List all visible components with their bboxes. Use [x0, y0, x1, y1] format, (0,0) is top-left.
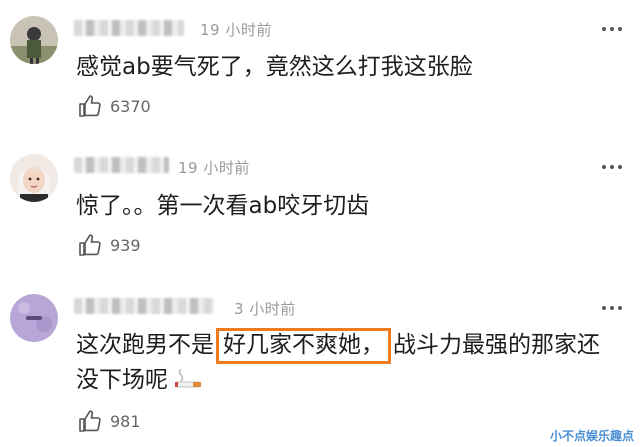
like-button[interactable]: 981	[78, 409, 141, 433]
comment-time: 19 小时前	[200, 21, 272, 39]
comment-text-line2: 没下场呢	[76, 363, 205, 397]
thumbs-up-icon	[79, 410, 101, 432]
comment-item: 3 小时前 这次跑男不是 好几家不爽她， 战斗力最强的那家还 没下场呢 981	[0, 285, 640, 447]
more-dots-icon[interactable]	[602, 305, 622, 311]
like-count: 939	[110, 235, 141, 255]
comment-text: 这次跑男不是 好几家不爽她， 战斗力最强的那家还	[76, 328, 600, 364]
more-dots-icon[interactable]	[602, 164, 622, 170]
watermark: 小不点娱乐趣点	[549, 429, 634, 443]
username-blurred[interactable]	[74, 298, 214, 314]
comment-text-part: 没下场呢	[76, 367, 168, 393]
comment-time: 3 小时前	[234, 300, 296, 318]
comment-time: 19 小时前	[178, 159, 250, 177]
thumbs-up-icon	[79, 234, 101, 256]
avatar[interactable]	[10, 154, 58, 202]
comment-text-part: 这次跑男不是	[76, 332, 214, 358]
cigarette-emoji	[175, 368, 202, 388]
comment-item: 19 小时前 惊了。。第一次看ab咬牙切齿 939	[0, 140, 640, 280]
like-count: 6370	[110, 96, 151, 116]
more-dots-icon[interactable]	[602, 26, 622, 32]
comment-text: 惊了。。第一次看ab咬牙切齿	[76, 193, 370, 219]
username-blurred[interactable]	[74, 157, 169, 173]
comment-text: 感觉ab要气死了，竟然这么打我这张脸	[76, 54, 473, 80]
avatar[interactable]	[10, 16, 58, 64]
thumbs-up-icon	[79, 95, 101, 117]
like-button[interactable]: 6370	[78, 94, 151, 118]
highlighted-text: 好几家不爽她，	[216, 328, 391, 364]
like-count: 981	[110, 411, 141, 431]
like-button[interactable]: 939	[78, 233, 141, 257]
avatar[interactable]	[10, 294, 58, 342]
comment-text-part: 战斗力最强的那家还	[393, 332, 600, 358]
comment-item: 19 小时前 感觉ab要气死了，竟然这么打我这张脸 6370	[0, 0, 640, 135]
username-blurred[interactable]	[74, 20, 184, 36]
